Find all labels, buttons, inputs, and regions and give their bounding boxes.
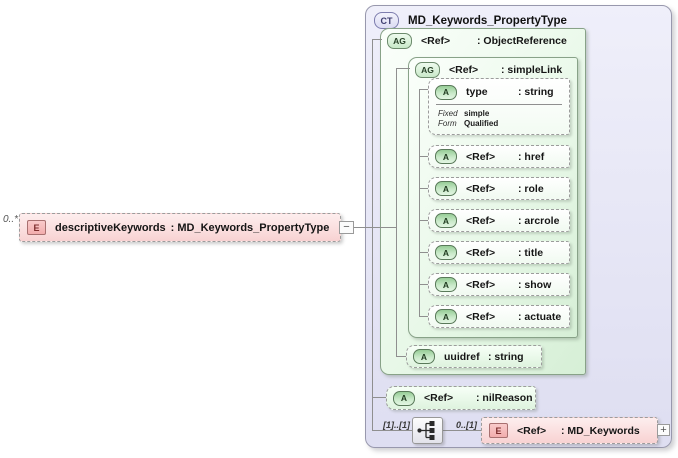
connector-branch-mdkeywords bbox=[443, 430, 481, 431]
schema-diagram: CT MD_Keywords_PropertyType AG <Ref> : O… bbox=[0, 0, 678, 458]
attr-row-arcrole[interactable]: A <Ref> : arcrole bbox=[428, 209, 570, 232]
connector-trunk-simplelink bbox=[419, 89, 420, 317]
element-cardinality: 0..* bbox=[3, 214, 19, 225]
facet-label: Form bbox=[438, 118, 457, 128]
attribute-icon: A bbox=[435, 149, 457, 164]
attribute-icon: A bbox=[435, 245, 457, 260]
element-icon: E bbox=[489, 423, 508, 438]
md-keywords-element-box[interactable]: E <Ref> : MD_Keywords bbox=[481, 417, 658, 444]
connector-entry bbox=[354, 227, 396, 228]
attribute-icon: A bbox=[435, 181, 457, 196]
attribute-group-icon: AG bbox=[387, 33, 412, 49]
sequence-glyph bbox=[417, 421, 435, 440]
attr-name: <Ref> bbox=[466, 246, 496, 259]
attr-type: : nilReason bbox=[476, 392, 533, 404]
attr-row-type[interactable]: A type : string Fixed simple Form Qualif… bbox=[428, 78, 570, 135]
sequence-cardinality-right: 0..[1] bbox=[456, 420, 478, 430]
element-icon: E bbox=[27, 220, 46, 235]
sequence-cardinality-left: [1]..[1] bbox=[383, 420, 410, 430]
attribute-icon: A bbox=[393, 390, 415, 406]
object-reference-name: <Ref> bbox=[421, 35, 451, 47]
attr-type: : title bbox=[518, 246, 544, 259]
attr-row-title[interactable]: A <Ref> : title bbox=[428, 241, 570, 264]
attribute-icon: A bbox=[435, 213, 457, 228]
attr-name: uuidref bbox=[444, 350, 480, 363]
connector-trunk-ct bbox=[372, 39, 373, 431]
attr-row-role[interactable]: A <Ref> : role bbox=[428, 177, 570, 200]
attribute-icon: A bbox=[435, 84, 457, 100]
connector-branch-objectreference bbox=[372, 39, 382, 40]
descriptive-keywords-element-box[interactable]: E descriptiveKeywords : MD_Keywords_Prop… bbox=[19, 213, 341, 242]
attr-row-actuate[interactable]: A <Ref> : actuate bbox=[428, 305, 570, 328]
attr-row-show[interactable]: A <Ref> : show bbox=[428, 273, 570, 296]
attr-name: <Ref> bbox=[466, 182, 496, 195]
facet-separator bbox=[436, 104, 562, 105]
attribute-icon: A bbox=[435, 277, 457, 292]
simplelink-type: : simpleLink bbox=[501, 64, 563, 76]
attr-row-href[interactable]: A <Ref> : href bbox=[428, 145, 570, 168]
attr-row-uuidref[interactable]: A uuidref : string bbox=[406, 345, 542, 368]
attribute-group-icon: AG bbox=[415, 62, 440, 78]
attr-name: <Ref> bbox=[466, 214, 496, 227]
attr-type: : role bbox=[518, 182, 544, 195]
attr-type: : string bbox=[518, 86, 554, 98]
connector-branch-sequence bbox=[372, 430, 412, 431]
attr-name: <Ref> bbox=[466, 310, 496, 323]
expand-toggle[interactable]: + bbox=[657, 424, 670, 436]
simplelink-name: <Ref> bbox=[449, 64, 479, 76]
element-type: : MD_Keywords_PropertyType bbox=[170, 221, 330, 234]
attr-name: <Ref> bbox=[424, 392, 454, 404]
attr-type: : arcrole bbox=[518, 214, 560, 227]
attr-type: : string bbox=[488, 350, 524, 363]
attr-row-nilreason[interactable]: A <Ref> : nilReason bbox=[386, 386, 536, 410]
attr-type: : actuate bbox=[518, 310, 562, 323]
sequence-compositor-icon[interactable] bbox=[412, 417, 443, 444]
attr-name: <Ref> bbox=[466, 278, 496, 291]
element-label: descriptiveKeywords bbox=[55, 221, 166, 234]
attr-type: : show bbox=[518, 278, 552, 291]
complex-type-icon: CT bbox=[374, 12, 399, 29]
element-ref-name: <Ref> bbox=[517, 424, 547, 437]
collapse-toggle[interactable]: − bbox=[339, 221, 354, 234]
attr-name: <Ref> bbox=[466, 150, 496, 163]
object-reference-type: : ObjectReference bbox=[477, 35, 567, 47]
connector-branch-simplelink bbox=[396, 68, 410, 69]
facet-value: simple bbox=[464, 108, 490, 118]
attribute-icon: A bbox=[435, 309, 457, 324]
attr-type: : href bbox=[518, 150, 545, 163]
facet-value: Qualified bbox=[464, 118, 499, 128]
facet-label: Fixed bbox=[438, 108, 458, 118]
complex-type-title: MD_Keywords_PropertyType bbox=[408, 14, 567, 27]
element-ref-type: : MD_Keywords bbox=[561, 424, 640, 437]
attr-name: type bbox=[466, 86, 488, 98]
connector-trunk-objectreference bbox=[396, 68, 397, 357]
attribute-icon: A bbox=[413, 349, 435, 364]
